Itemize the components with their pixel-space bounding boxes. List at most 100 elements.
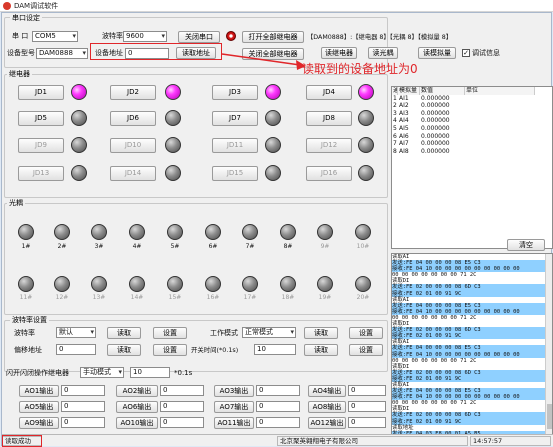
ao6-input[interactable]: 0 <box>160 401 204 412</box>
ao11-output-button[interactable]: AO11输出 <box>214 417 254 429</box>
relay-led-14 <box>165 165 181 181</box>
baud-set-select[interactable]: 默认 <box>56 327 96 338</box>
flash-mode-select[interactable]: 手动模式 <box>80 367 124 378</box>
relay-button-7[interactable]: JD7 <box>212 111 258 126</box>
mode-set-button[interactable]: 设置 <box>349 327 383 339</box>
cell-name: AI6 <box>399 132 409 140</box>
ao7-input[interactable]: 0 <box>256 401 300 412</box>
ao10-input[interactable]: 0 <box>160 417 204 428</box>
relay-button-6[interactable]: JD6 <box>110 111 156 126</box>
table-row[interactable]: 6 AI6 0.000000 <box>392 133 552 141</box>
work-mode-select[interactable]: 正常模式 <box>242 327 296 338</box>
ao6-output-button[interactable]: AO6输出 <box>116 401 158 413</box>
relay-button-15[interactable]: JD15 <box>212 166 258 181</box>
opto-indicator-12 <box>54 276 70 292</box>
table-row[interactable]: 8 AI8 0.000000 <box>392 148 552 156</box>
relay-button-12[interactable]: JD12 <box>306 138 352 153</box>
offset-read-button[interactable]: 读取 <box>107 344 141 356</box>
cell-name: AI8 <box>399 147 409 155</box>
ao2-input[interactable]: 0 <box>160 385 204 396</box>
mode-read-button[interactable]: 读取 <box>304 327 338 339</box>
opto-label-2: 2# <box>57 243 67 250</box>
baud-set-button[interactable]: 设置 <box>153 327 187 339</box>
ao2-output-button[interactable]: AO2输出 <box>116 385 158 397</box>
relay-button-9[interactable]: JD9 <box>18 138 64 153</box>
flash-time-input[interactable]: 10 <box>130 367 170 378</box>
baud-read-button[interactable]: 读取 <box>107 327 141 339</box>
port-select[interactable]: COM5 <box>32 31 78 42</box>
relay-button-8[interactable]: JD8 <box>306 111 352 126</box>
log-panel[interactable]: 读取AI 发送:FE 04 00 00 00 08 E5 C3 接收:FE 04 1… <box>391 253 553 445</box>
table-row[interactable]: 7 AI7 0.000000 <box>392 140 552 148</box>
cell-unit <box>465 148 535 156</box>
log-scrollbar[interactable] <box>545 254 552 444</box>
ao8-input[interactable]: 0 <box>348 401 386 412</box>
relay-button-14[interactable]: JD14 <box>110 166 156 181</box>
table-row[interactable]: 5 AI5 0.000000 <box>392 125 552 133</box>
switch-time-read-button[interactable]: 读取 <box>304 344 338 356</box>
baud-select[interactable]: 9600 <box>123 31 167 42</box>
close-port-button[interactable]: 关闭串口 <box>178 31 220 43</box>
ao7-output-button[interactable]: AO7输出 <box>214 401 254 413</box>
switch-time-set-button[interactable]: 设置 <box>349 344 383 356</box>
offset-address-input[interactable]: 0 <box>56 344 96 355</box>
table-row[interactable]: 1 AI1 0.000000 <box>392 95 552 103</box>
ao5-output-button[interactable]: AO5输出 <box>19 401 59 413</box>
ao12-input[interactable]: 0 <box>348 417 386 428</box>
ao11-input[interactable]: 0 <box>256 417 300 428</box>
header-analog: 模拟量 <box>398 87 420 95</box>
ao1-input[interactable]: 0 <box>61 385 105 396</box>
read-relay-button[interactable]: 读继电器 <box>321 47 357 59</box>
opto-label-15: 15# <box>168 294 182 301</box>
relay-button-4[interactable]: JD4 <box>306 85 352 100</box>
ao9-input[interactable]: 0 <box>61 417 105 428</box>
relay-led-2 <box>165 84 181 100</box>
relay-led-5 <box>71 110 87 126</box>
relay-button-1[interactable]: JD1 <box>18 85 64 100</box>
main-window: 串口设定 串 口 COM5 波特率 9600 关闭串口 打开全部继电器 【DAM… <box>1 12 553 447</box>
ao4-input[interactable]: 0 <box>348 385 386 396</box>
debug-info-checkbox[interactable]: ✓ <box>462 49 470 57</box>
cell-name: AI5 <box>399 124 409 132</box>
ao10-output-button[interactable]: AO10输出 <box>116 417 158 429</box>
ao3-input[interactable]: 0 <box>256 385 300 396</box>
ao8-output-button[interactable]: AO8输出 <box>308 401 346 413</box>
ao12-output-button[interactable]: AO12输出 <box>308 417 346 429</box>
switch-time-input[interactable]: 10 <box>254 344 296 355</box>
baud-settings-label: 波特率设置 <box>10 315 49 325</box>
relay-led-1 <box>71 84 87 100</box>
clock: 14:57:57 <box>470 436 551 446</box>
ao5-input[interactable]: 0 <box>61 401 105 412</box>
relay-button-10[interactable]: JD10 <box>110 138 156 153</box>
device-model-select[interactable]: DAM0888 <box>36 48 88 59</box>
table-row[interactable]: 3 AI3 0.000000 <box>392 110 552 118</box>
table-header: 通 模拟量 数值 单位 <box>392 87 552 95</box>
read-opto-button[interactable]: 读光耦 <box>368 47 398 59</box>
open-all-relays-button[interactable]: 打开全部继电器 <box>242 31 304 43</box>
opto-label-9: 9# <box>320 243 330 250</box>
offset-set-button[interactable]: 设置 <box>153 344 187 356</box>
ao1-output-button[interactable]: AO1输出 <box>19 385 59 397</box>
relay-button-5[interactable]: JD5 <box>18 111 64 126</box>
ao3-output-button[interactable]: AO3输出 <box>214 385 254 397</box>
cell-unit <box>465 95 535 103</box>
relay-led-16 <box>358 165 374 181</box>
scrollbar-thumb[interactable] <box>547 404 552 429</box>
cell-unit <box>465 117 535 125</box>
relay-button-3[interactable]: JD3 <box>212 85 258 100</box>
table-row[interactable]: 2 AI2 0.000000 <box>392 102 552 110</box>
read-analog-button[interactable]: 读模拟量 <box>418 47 456 59</box>
analog-table[interactable]: 通 模拟量 数值 单位 1AI10.000000 2AI20.000000 3A… <box>391 86 553 249</box>
clear-button[interactable]: 清空 <box>507 239 545 251</box>
relay-button-2[interactable]: JD2 <box>110 85 156 100</box>
ao4-output-button[interactable]: AO4输出 <box>308 385 346 397</box>
table-row[interactable]: 4 AI4 0.000000 <box>392 117 552 125</box>
opto-label-5: 5# <box>170 243 180 250</box>
ao9-output-button[interactable]: AO9输出 <box>19 417 59 429</box>
cell-name: AI1 <box>399 94 409 102</box>
relay-led-7 <box>265 110 281 126</box>
relay-button-11[interactable]: JD11 <box>212 138 258 153</box>
port-value: COM5 <box>35 32 56 40</box>
relay-button-13[interactable]: JD13 <box>18 166 64 181</box>
relay-button-16[interactable]: JD16 <box>306 166 352 181</box>
